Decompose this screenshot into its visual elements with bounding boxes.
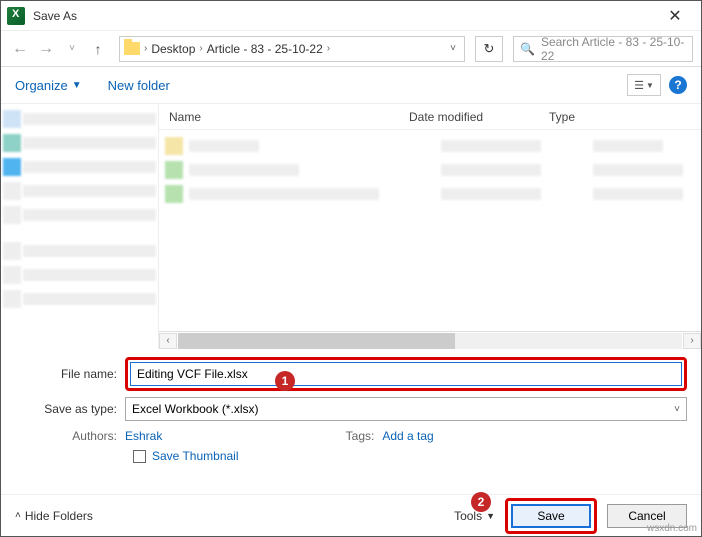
annotation-2: 2 [471, 492, 491, 512]
save-as-dialog: Save As ✕ ← → ˅ ↑ › Desktop › Article - … [0, 0, 702, 537]
nav-tree[interactable] [1, 104, 159, 349]
hide-folders-button[interactable]: ˄ Hide Folders [15, 509, 93, 523]
checkbox-icon [133, 450, 146, 463]
filename-label: File name: [15, 367, 125, 381]
col-type[interactable]: Type [549, 110, 701, 124]
help-button[interactable]: ? [669, 76, 687, 94]
footer: ˄ Hide Folders Tools ▼ Save Cancel [1, 494, 701, 536]
toolbar: Organize ▼ New folder ☰ ▼ ? [1, 67, 701, 103]
watermark: wsxdn.com [647, 523, 697, 534]
chevron-down-icon: ˅ [674, 404, 680, 415]
horizontal-scrollbar[interactable]: ‹ › [159, 331, 701, 349]
breadcrumb-folder[interactable]: Article - 83 - 25-10-22 [203, 42, 327, 56]
forward-button[interactable]: → [35, 38, 57, 60]
new-folder-button[interactable]: New folder [108, 78, 170, 93]
body-area: Name Date modified Type ‹ › [1, 103, 701, 349]
authors-label: Authors: [15, 429, 125, 443]
tags-value[interactable]: Add a tag [382, 429, 433, 443]
window-title: Save As [33, 9, 655, 23]
tools-menu[interactable]: Tools ▼ [454, 509, 495, 523]
authors-value[interactable]: Eshrak [125, 429, 162, 443]
save-button[interactable]: Save [511, 504, 591, 528]
chevron-up-icon: ˄ [15, 510, 21, 521]
chevron-down-icon: ▼ [646, 81, 654, 90]
view-options-button[interactable]: ☰ ▼ [627, 74, 661, 96]
scroll-left-button[interactable]: ‹ [159, 333, 177, 349]
chevron-right-icon: › [327, 43, 330, 54]
file-list-body[interactable] [159, 130, 701, 331]
annotation-1: 1 [275, 371, 295, 391]
col-date[interactable]: Date modified [409, 110, 549, 124]
refresh-button[interactable]: ↻ [475, 36, 503, 62]
tags-label: Tags: [332, 429, 382, 443]
folder-icon [124, 42, 140, 55]
save-type-combo[interactable]: Excel Workbook (*.xlsx) ˅ [125, 397, 687, 421]
list-view-icon: ☰ [634, 79, 644, 92]
column-headers[interactable]: Name Date modified Type [159, 104, 701, 130]
search-input[interactable]: 🔍 Search Article - 83 - 25-10-22 [513, 36, 693, 62]
scroll-thumb[interactable] [178, 333, 455, 349]
up-button[interactable]: ↑ [87, 38, 109, 60]
col-name[interactable]: Name [159, 110, 409, 124]
chevron-down-icon: ▼ [72, 80, 82, 91]
scroll-track[interactable] [178, 333, 682, 349]
search-icon: 🔍 [520, 42, 535, 56]
title-bar: Save As ✕ [1, 1, 701, 31]
filename-input[interactable] [130, 362, 682, 386]
address-dropdown[interactable]: ˅ [446, 43, 460, 54]
organize-menu[interactable]: Organize ▼ [15, 78, 82, 93]
breadcrumb-desktop[interactable]: Desktop [147, 42, 199, 56]
close-button[interactable]: ✕ [655, 6, 695, 26]
save-thumbnail-checkbox[interactable]: Save Thumbnail [133, 449, 687, 463]
recent-dropdown[interactable]: ˅ [61, 38, 83, 60]
address-bar[interactable]: › Desktop › Article - 83 - 25-10-22 › ˅ [119, 36, 465, 62]
nav-bar: ← → ˅ ↑ › Desktop › Article - 83 - 25-10… [1, 31, 701, 67]
file-list: Name Date modified Type ‹ › [159, 104, 701, 349]
search-placeholder: Search Article - 83 - 25-10-22 [541, 35, 686, 63]
scroll-right-button[interactable]: › [683, 333, 701, 349]
form-area: File name: Save as type: Excel Workbook … [1, 349, 701, 473]
excel-icon [7, 7, 25, 25]
save-type-label: Save as type: [15, 402, 125, 416]
back-button[interactable]: ← [9, 38, 31, 60]
chevron-down-icon: ▼ [486, 511, 495, 521]
